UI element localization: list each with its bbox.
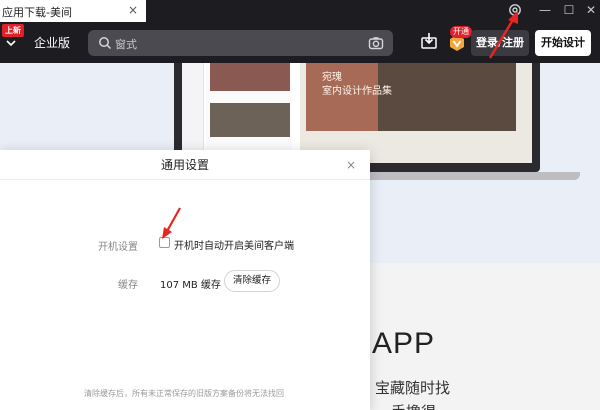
search-input[interactable]: 窗式 — [88, 30, 393, 56]
search-placeholder: 窗式 — [115, 38, 137, 51]
app-subtext-line1: 宝藏随时找 — [375, 379, 451, 397]
start-design-button[interactable]: 开始设计 — [535, 30, 591, 56]
tab-close-icon[interactable]: × — [128, 3, 138, 17]
dialog-close-icon[interactable]: × — [346, 158, 356, 172]
enterprise-link[interactable]: 企业版 — [34, 34, 70, 51]
preview-template-thumb — [210, 63, 290, 91]
preview-room-photo — [378, 63, 516, 131]
vip-badge: 开通 — [450, 26, 472, 38]
cache-footnote: 清除缓存后，所有未正常保存的旧版方案备份将无法找回 — [84, 389, 284, 398]
app-subtext-line2: 手撸得 — [391, 401, 436, 410]
cover-title-line2: 室内设计作品集 — [322, 86, 392, 97]
annotation-arrow-icon — [488, 11, 518, 59]
laptop-screen: 宛瑰 室内设计作品集 — [182, 63, 532, 163]
browser-tab[interactable]: 应用下载-美间 × — [0, 0, 146, 22]
general-settings-dialog: 通用设置 × 开机设置 开机时自动开启美间客户端 缓存 107 MB 缓存 清除… — [0, 150, 370, 410]
chevron-down-icon[interactable] — [4, 36, 18, 50]
dialog-title: 通用设置 — [0, 150, 370, 180]
annotation-arrow-icon — [162, 207, 181, 239]
preview-template-thumb — [210, 103, 290, 137]
auto-start-label[interactable]: 开机时自动开启美间客户端 — [174, 237, 294, 252]
minimize-button[interactable]: — — [536, 1, 554, 19]
cover-title-line1: 宛瑰 — [322, 72, 342, 83]
preview-cover-title: 宛瑰 室内设计作品集 — [322, 71, 392, 99]
clear-cache-button[interactable]: 清除缓存 — [224, 270, 280, 292]
window-close-button[interactable]: ✕ — [582, 1, 600, 19]
tab-title: 应用下载-美间 — [2, 6, 72, 19]
download-icon[interactable] — [420, 32, 438, 50]
maximize-button[interactable]: ☐ — [560, 1, 578, 19]
camera-icon[interactable] — [368, 35, 384, 51]
startup-label: 开机设置 — [98, 242, 138, 253]
cache-size: 107 MB 缓存 — [160, 280, 221, 291]
preview-sidebar — [182, 63, 204, 163]
app-heading: APP — [372, 327, 436, 360]
app-subtext: 宝藏随时找 手撸得 — [375, 377, 451, 410]
search-icon — [99, 37, 112, 50]
cache-label: 缓存 — [118, 280, 138, 291]
